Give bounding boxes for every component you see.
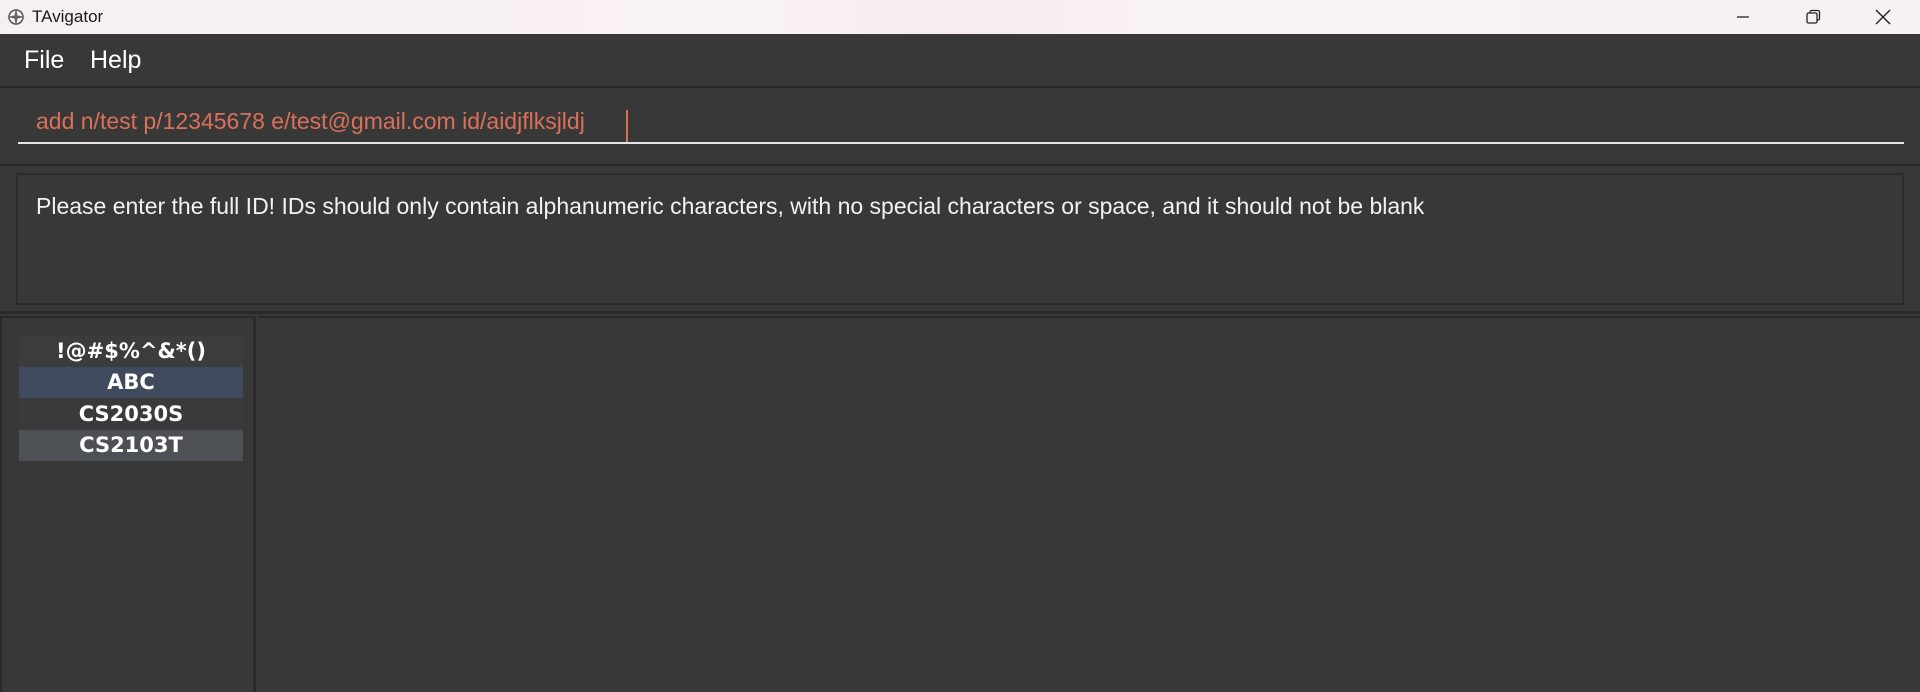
restore-button[interactable] [1778,0,1848,34]
close-icon [1875,9,1891,25]
title-bar: TAvigator [0,0,1920,34]
course-list-item-selected[interactable]: ABC [19,366,243,398]
menu-file[interactable]: File [24,44,64,76]
command-input[interactable] [18,100,1904,144]
result-box: Please enter the full ID! IDs should onl… [16,173,1904,305]
course-list-panel: !@#$%^&*() ABC CS2030S CS2103T [0,316,256,692]
close-button[interactable] [1848,0,1918,34]
course-list-item[interactable]: !@#$%^&*() [19,335,243,367]
command-box [0,86,1920,166]
restore-icon [1806,9,1821,24]
minimize-button[interactable] [1708,0,1778,34]
menu-help[interactable]: Help [90,44,141,76]
course-list: !@#$%^&*() ABC CS2030S CS2103T [19,335,243,461]
compass-icon [6,7,26,27]
window-title: TAvigator [32,7,104,26]
minimize-icon [1737,16,1749,18]
menu-bar: File Help [0,34,1920,86]
course-list-item[interactable]: CS2103T [19,429,243,461]
person-list-panel [258,316,1920,692]
text-caret [626,110,628,142]
course-list-item[interactable]: CS2030S [19,398,243,430]
result-message: Please enter the full ID! IDs should onl… [36,193,1425,219]
result-display: Please enter the full ID! IDs should onl… [0,166,1920,314]
